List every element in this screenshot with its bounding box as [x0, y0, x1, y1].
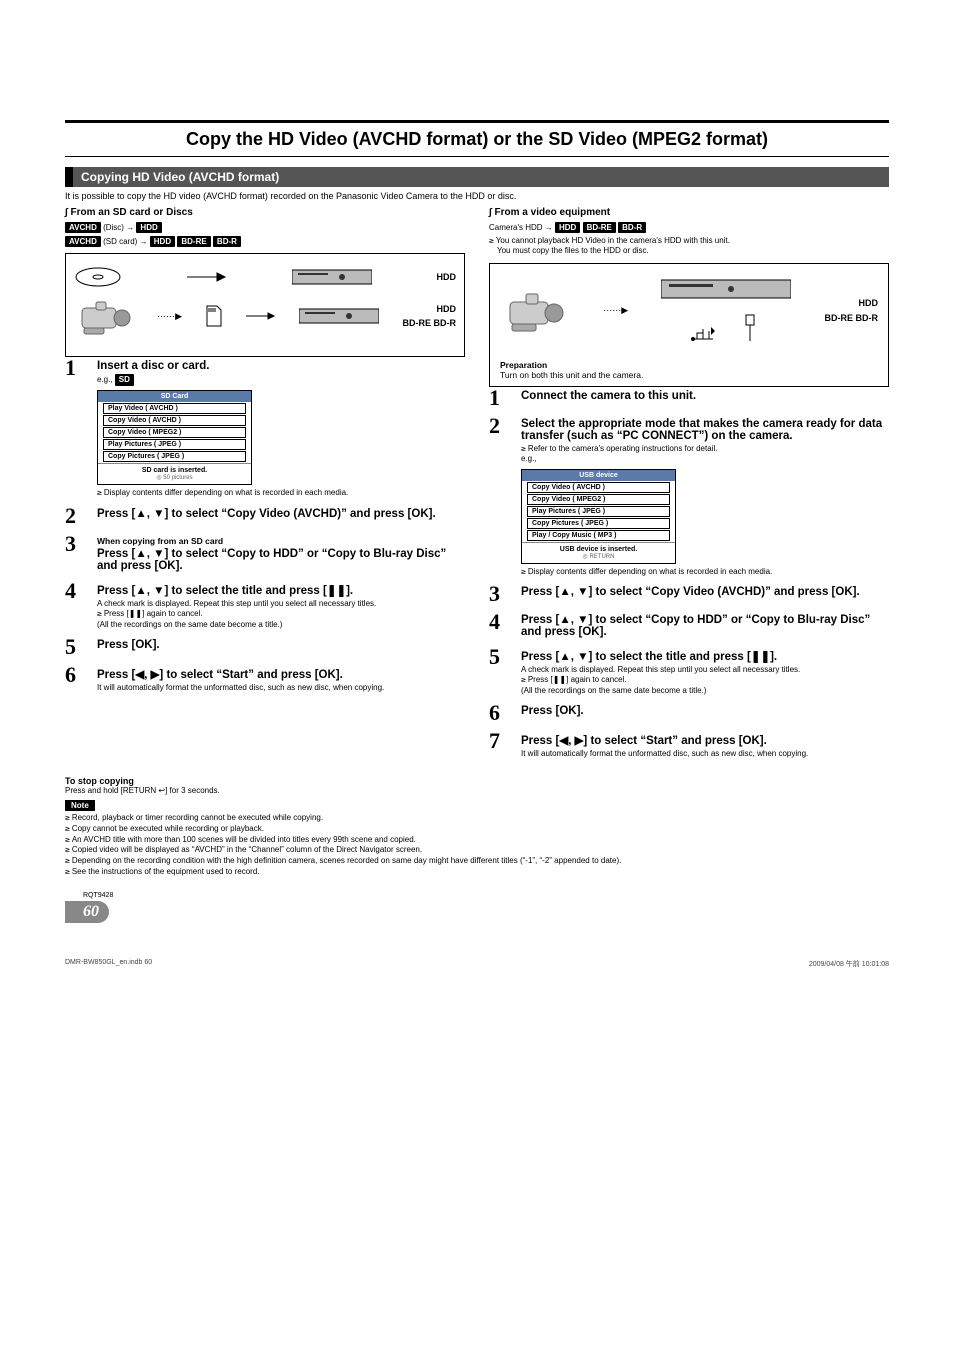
menu-item: Copy Video ( MPEG2 ): [527, 494, 670, 505]
usb-device-menu: USB device Copy Video ( AVCHD ) Copy Vid…: [521, 469, 676, 564]
note-item: Record, playback or timer recording cann…: [65, 813, 889, 824]
usb-icon: [689, 325, 717, 343]
usb-cable-icon: [736, 313, 764, 343]
note-item: An AVCHD title with more than 100 scenes…: [65, 835, 889, 846]
right-step-1: 1 Connect the camera to this unit.: [489, 387, 889, 409]
menu-item: Copy Pictures ( JPEG ): [103, 451, 246, 462]
preparation-diagram: ⋯⋯▶ HDD BD-RE BD-R Pr: [489, 263, 889, 387]
camcorder-icon: [74, 296, 134, 336]
disc-icon: [74, 266, 122, 288]
arrow-icon: [187, 272, 227, 282]
flow-line-2: AVCHD (SD card) → HDD BD-RE BD-R: [65, 236, 465, 247]
left-column: ∫ From an SD card or Discs AVCHD (Disc) …: [65, 207, 465, 766]
badge-hdd: HDD: [136, 222, 161, 233]
flow-line-1: AVCHD (Disc) → HDD: [65, 222, 465, 233]
badge-avchd: AVCHD: [65, 236, 101, 247]
rqt-code: RQT9428: [83, 892, 889, 899]
section-heading: Copying HD Video (AVCHD format): [65, 167, 889, 187]
right-subhead: ∫ From a video equipment: [489, 207, 889, 218]
right-column: ∫ From a video equipment Camera's HDD → …: [489, 207, 889, 766]
menu-item: Play Pictures ( JPEG ): [103, 439, 246, 450]
menu-item: Copy Video ( MPEG2 ): [103, 427, 246, 438]
dest-hdd: HDD: [402, 302, 456, 316]
menu-item: Copy Video ( AVCHD ): [103, 415, 246, 426]
badge-avchd: AVCHD: [65, 222, 101, 233]
menu-item: Play / Copy Music ( MP3 ): [527, 530, 670, 541]
menu-item: Play Video ( AVCHD ): [103, 403, 246, 414]
badge-bdr: BD-R: [618, 222, 646, 233]
indd-timestamp: 2009/04/08 午前 10:01:08: [809, 959, 889, 969]
left-step-1: 1 Insert a disc or card. e.g., SD SD Car…: [65, 357, 465, 499]
menu-item: Copy Video ( AVCHD ): [527, 482, 670, 493]
note-item: See the instructions of the equipment us…: [65, 867, 889, 878]
note-item: Copy cannot be executed while recording …: [65, 824, 889, 835]
badge-sd: SD: [115, 374, 134, 386]
right-step-6: 6 Press [OK].: [489, 702, 889, 724]
left-step-5: 5 Press [OK].: [65, 636, 465, 658]
dest-bd: BD-RE BD-R: [402, 316, 456, 330]
media-diagram-left: HDD ⋯⋯▶ HDD BD-RE: [65, 253, 465, 357]
note-item: Copied video will be displayed as “AVCHD…: [65, 845, 889, 856]
dest-hdd: HDD: [824, 296, 878, 310]
stop-section: To stop copying Press and hold [RETURN ↩…: [65, 776, 889, 796]
left-subhead: ∫ From an SD card or Discs: [65, 207, 465, 218]
recorder-icon: [292, 266, 372, 288]
right-step-3: 3 Press [▲, ▼] to select “Copy Video (AV…: [489, 583, 889, 605]
note-list: Record, playback or timer recording cann…: [65, 813, 889, 878]
flow-line-right: Camera's HDD → HDD BD-RE BD-R: [489, 222, 889, 233]
left-step-6: 6 Press [◀, ▶] to select “Start” and pre…: [65, 664, 465, 693]
left-step-4: 4 Press [▲, ▼] to select the title and p…: [65, 580, 465, 630]
right-step-5: 5 Press [▲, ▼] to select the title and p…: [489, 646, 889, 696]
note-badge: Note: [65, 800, 95, 811]
indd-filename: DMR-BW850GL_en.indb 60: [65, 959, 152, 969]
preparation-text: Turn on both this unit and the camera.: [500, 370, 878, 380]
sd-card-icon: [205, 304, 223, 328]
left-step-3: 3 When copying from an SD card Press [▲,…: [65, 533, 465, 574]
right-step-2: 2 Select the appropriate mode that makes…: [489, 415, 889, 577]
recorder-icon: [299, 305, 379, 327]
arrow-icon: [246, 312, 276, 320]
camcorder-icon: [500, 288, 570, 334]
left-step-2: 2 Press [▲, ▼] to select “Copy Video (AV…: [65, 505, 465, 527]
badge-bdre: BD-RE: [177, 236, 210, 247]
dest-bd: BD-RE BD-R: [824, 311, 878, 325]
preparation-label: Preparation: [500, 360, 878, 370]
badge-hdd: HDD: [150, 236, 175, 247]
menu-item: Copy Pictures ( JPEG ): [527, 518, 670, 529]
badge-hdd: HDD: [555, 222, 580, 233]
menu-item: Play Pictures ( JPEG ): [527, 506, 670, 517]
page-number: 60: [65, 901, 109, 923]
intro-text: It is possible to copy the HD video (AVC…: [65, 191, 889, 201]
dest-hdd: HDD: [436, 270, 456, 284]
note-item: Depending on the recording condition wit…: [65, 856, 889, 867]
sd-card-menu: SD Card Play Video ( AVCHD ) Copy Video …: [97, 390, 252, 485]
right-step-4: 4 Press [▲, ▼] to select “Copy to HDD” o…: [489, 611, 889, 640]
badge-bdr: BD-R: [213, 236, 241, 247]
recorder-icon: [661, 276, 791, 304]
page-title: Copy the HD Video (AVCHD format) or the …: [65, 120, 889, 157]
badge-bdre: BD-RE: [583, 222, 616, 233]
right-step-7: 7 Press [◀, ▶] to select “Start” and pre…: [489, 730, 889, 759]
